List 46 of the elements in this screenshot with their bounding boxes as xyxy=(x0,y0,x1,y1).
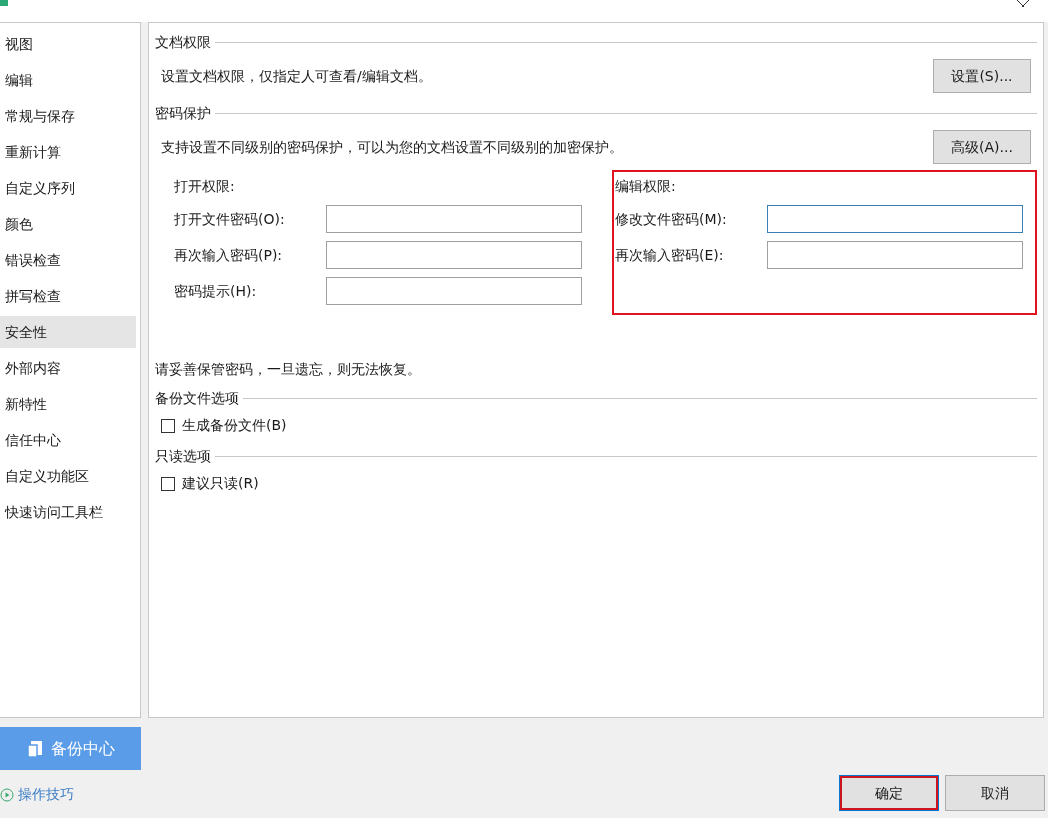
password-field[interactable] xyxy=(326,241,582,269)
sidebar-item[interactable]: 重新计算 xyxy=(0,136,136,168)
app-icon xyxy=(0,0,8,6)
tips-link[interactable]: 操作技巧 xyxy=(0,784,141,805)
sidebar-item[interactable]: 自定义功能区 xyxy=(0,460,136,492)
checkbox[interactable] xyxy=(161,476,175,491)
password-field[interactable] xyxy=(767,205,1023,233)
sidebar-item[interactable]: 颜色 xyxy=(0,208,136,240)
group-title: 打开权限: xyxy=(174,177,236,196)
field-label: 再次输入密码(P): xyxy=(174,245,284,265)
section-heading: 文档权限 xyxy=(155,33,211,52)
play-circle-icon xyxy=(0,787,14,802)
section-heading: 密码保护 xyxy=(155,104,211,123)
password-field[interactable] xyxy=(326,277,582,305)
checkbox-label: 生成备份文件(B) xyxy=(182,416,287,435)
dialog-button[interactable]: 高级(A)... xyxy=(933,130,1031,164)
description-text: 设置文档权限，仅指定人可查看/编辑文档。 xyxy=(161,66,432,86)
password-field[interactable] xyxy=(326,205,582,233)
description-text: 支持设置不同级别的密码保护，可以为您的文档设置不同级别的加密保护。 xyxy=(161,137,623,157)
sidebar-item[interactable]: 常规与保存 xyxy=(0,100,136,132)
group-title: 编辑权限: xyxy=(615,177,677,196)
sidebar-item[interactable]: 快速访问工具栏 xyxy=(0,496,136,528)
sidebar-item[interactable]: 编辑 xyxy=(0,64,136,96)
warning-text: 请妥善保管密码，一旦遗忘，则无法恢复。 xyxy=(155,360,422,379)
sidebar-item[interactable]: 安全性 xyxy=(0,316,136,348)
checkbox[interactable] xyxy=(161,418,175,433)
field-label: 打开文件密码(O): xyxy=(174,209,286,229)
sidebar-item[interactable]: 新特性 xyxy=(0,388,136,420)
sidebar-item[interactable]: 拼写检查 xyxy=(0,280,136,312)
checkbox-label: 建议只读(R) xyxy=(182,474,259,493)
section-heading: 只读选项 xyxy=(155,447,211,466)
field-label: 修改文件密码(M): xyxy=(615,209,728,229)
field-label: 再次输入密码(E): xyxy=(615,245,725,265)
document-icon xyxy=(26,739,43,758)
password-field[interactable] xyxy=(767,241,1023,269)
section-heading: 备份文件选项 xyxy=(155,389,239,408)
sidebar-item[interactable]: 自定义序列 xyxy=(0,172,136,204)
sidebar-item[interactable]: 外部内容 xyxy=(0,352,136,384)
close-icon[interactable] xyxy=(1016,0,1030,8)
field-label: 密码提示(H): xyxy=(174,281,258,301)
dialog-button[interactable]: 确定 xyxy=(840,776,938,810)
sidebar-item[interactable]: 信任中心 xyxy=(0,424,136,456)
dialog-button[interactable]: 取消 xyxy=(946,776,1044,810)
dialog-button[interactable]: 设置(S)... xyxy=(933,59,1031,93)
sidebar-item[interactable]: 视图 xyxy=(0,28,136,60)
sidebar-item[interactable]: 错误检查 xyxy=(0,244,136,276)
